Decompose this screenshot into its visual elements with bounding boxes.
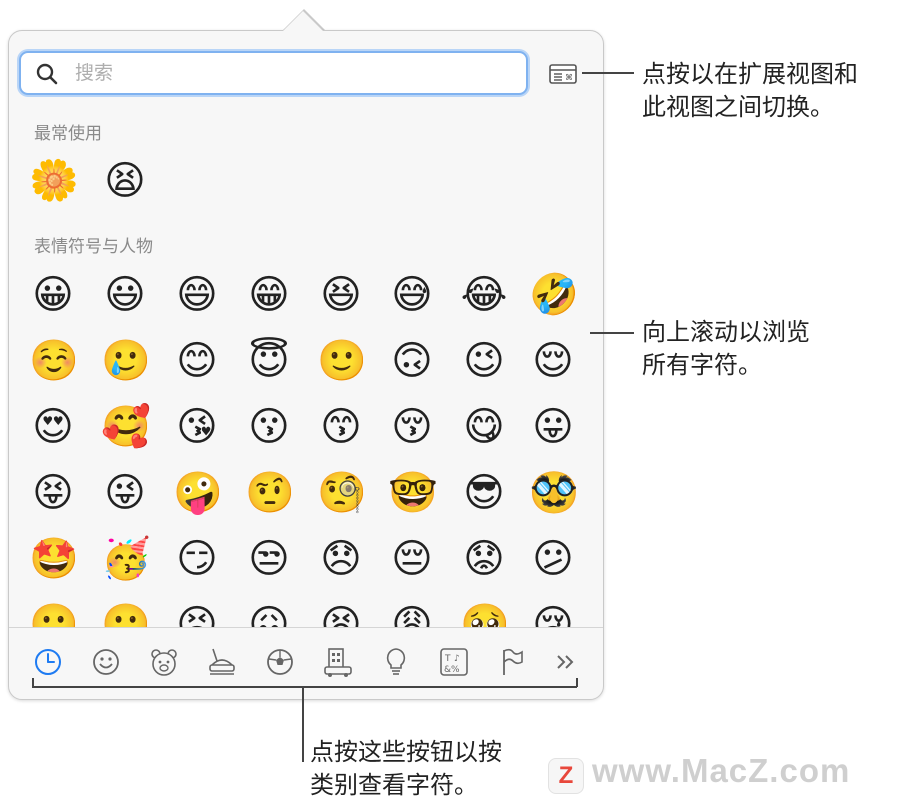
flag-icon[interactable] [495, 645, 529, 679]
clock-icon[interactable] [31, 645, 65, 679]
emoji-cell[interactable]: 😖 [245, 601, 293, 627]
emoji-cell[interactable]: 😎 [460, 469, 508, 517]
emoji-picker-panel: ⌘ 最常使用 表情符号与人物 [8, 11, 604, 700]
emoji-cell[interactable]: 🤓 [388, 469, 438, 517]
search-input[interactable] [73, 59, 517, 87]
emoji-cell[interactable]: 😂 [460, 271, 508, 319]
emoji-cell[interactable]: 😇 [245, 337, 293, 385]
bear-icon[interactable] [147, 645, 181, 679]
annotation-line-toggle [582, 72, 634, 74]
ball-icon[interactable] [263, 645, 297, 679]
emoji-cell[interactable]: 😆 [317, 271, 365, 319]
emoji-cell[interactable]: 😩 [388, 601, 436, 627]
emoji-cell[interactable]: 🧐 [317, 469, 367, 517]
svg-text:⌘: ⌘ [565, 73, 573, 82]
macz-logo-icon: Z [548, 758, 584, 794]
emoji-cell[interactable]: 😞 [317, 535, 365, 583]
character-viewer-toggle-icon[interactable]: ⌘ [549, 64, 577, 84]
emoji-cell[interactable]: 🙂 [317, 337, 367, 385]
section-title-smileys-people: 表情符号与人物 [34, 237, 153, 257]
emoji-cell[interactable]: 🥸 [529, 469, 579, 517]
lightbulb-icon[interactable] [379, 645, 413, 679]
svg-text:&%: &% [444, 665, 460, 675]
emoji-cell[interactable]: 😌 [529, 337, 577, 385]
emoji-cell[interactable]: 🥳 [101, 535, 151, 583]
emoji-cell[interactable]: 😄 [173, 271, 221, 319]
watermark-text: www.MacZ.com [592, 752, 851, 789]
annotation-categories-text: 点按这些按钮以按 类别查看字符。 [310, 738, 502, 799]
emoji-cell[interactable]: 😔 [388, 535, 436, 583]
annotation-bracket-left [32, 678, 34, 687]
emoji-cell[interactable]: 🙃 [388, 337, 436, 385]
emoji-cell[interactable]: 😉 [460, 337, 508, 385]
emoji-cell[interactable]: 🤣 [529, 271, 579, 319]
emoji-cell[interactable]: 😀 [29, 271, 77, 319]
emoji-cell[interactable]: 🙁 [29, 601, 77, 627]
emoji-cell[interactable]: 🤩 [29, 535, 79, 583]
annotation-bracket [32, 686, 577, 688]
annotation-line-scroll [590, 332, 634, 334]
emoji-cell[interactable]: 😍 [29, 403, 77, 451]
emoji-cell[interactable]: 😢 [529, 601, 577, 627]
section-title-recent: 最常使用 [34, 124, 102, 144]
emoji-cell[interactable]: 🌼 [29, 157, 79, 205]
emoji-cell[interactable]: 😒 [245, 535, 293, 583]
emoji-cell[interactable]: 😗 [245, 403, 293, 451]
emoji-cell[interactable]: 😁 [245, 271, 293, 319]
emoji-cell[interactable]: 😛 [529, 403, 577, 451]
svg-text:♪: ♪ [454, 654, 460, 664]
emoji-cell[interactable]: 😜 [101, 469, 149, 517]
food-icon[interactable] [205, 645, 239, 679]
double-chevron-icon[interactable] [549, 645, 583, 679]
building-icon[interactable] [321, 645, 355, 679]
emoji-cell[interactable]: 😕 [529, 535, 577, 583]
symbols-icon[interactable]: T ♪ &% [437, 645, 471, 679]
annotation-scroll-text: 向上滚动以浏览 所有字符。 [642, 318, 810, 379]
annotation-bracket-right [576, 678, 578, 687]
annotation-line-categories [302, 686, 304, 762]
emoji-cell[interactable]: 😅 [388, 271, 436, 319]
emoji-cell[interactable]: ☹️ [101, 601, 149, 627]
search-field[interactable] [19, 51, 528, 95]
emoji-cell[interactable]: 🤨 [245, 469, 295, 517]
emoji-cell[interactable]: 😫 [101, 157, 149, 205]
emoji-cell[interactable]: ☺️ [29, 337, 79, 385]
popover-arrow-inner [283, 11, 323, 31]
emoji-cell[interactable]: 😚 [388, 403, 436, 451]
emoji-cell[interactable]: 😟 [460, 535, 508, 583]
smiley-icon[interactable] [89, 645, 123, 679]
emoji-cell[interactable]: 😫 [317, 601, 365, 627]
emoji-cell[interactable]: 🥲 [101, 337, 151, 385]
emoji-cell[interactable]: 😘 [173, 403, 221, 451]
emoji-cell[interactable]: 😣 [173, 601, 221, 627]
category-bar-divider [9, 627, 603, 628]
emoji-cell[interactable]: 😙 [317, 403, 365, 451]
emoji-cell[interactable]: 😝 [29, 469, 77, 517]
emoji-cell[interactable]: 😃 [101, 271, 149, 319]
annotation-toggle-text: 点按以在扩展视图和 此视图之间切换。 [642, 60, 858, 121]
svg-text:T: T [444, 654, 451, 664]
emoji-cell[interactable]: 😊 [173, 337, 221, 385]
emoji-cell[interactable]: 🥺 [460, 601, 508, 627]
emoji-cell[interactable]: 😏 [173, 535, 221, 583]
search-icon [36, 63, 58, 85]
emoji-cell[interactable]: 😋 [460, 403, 508, 451]
emoji-cell[interactable]: 🥰 [101, 403, 151, 451]
emoji-cell[interactable]: 🤪 [173, 469, 223, 517]
